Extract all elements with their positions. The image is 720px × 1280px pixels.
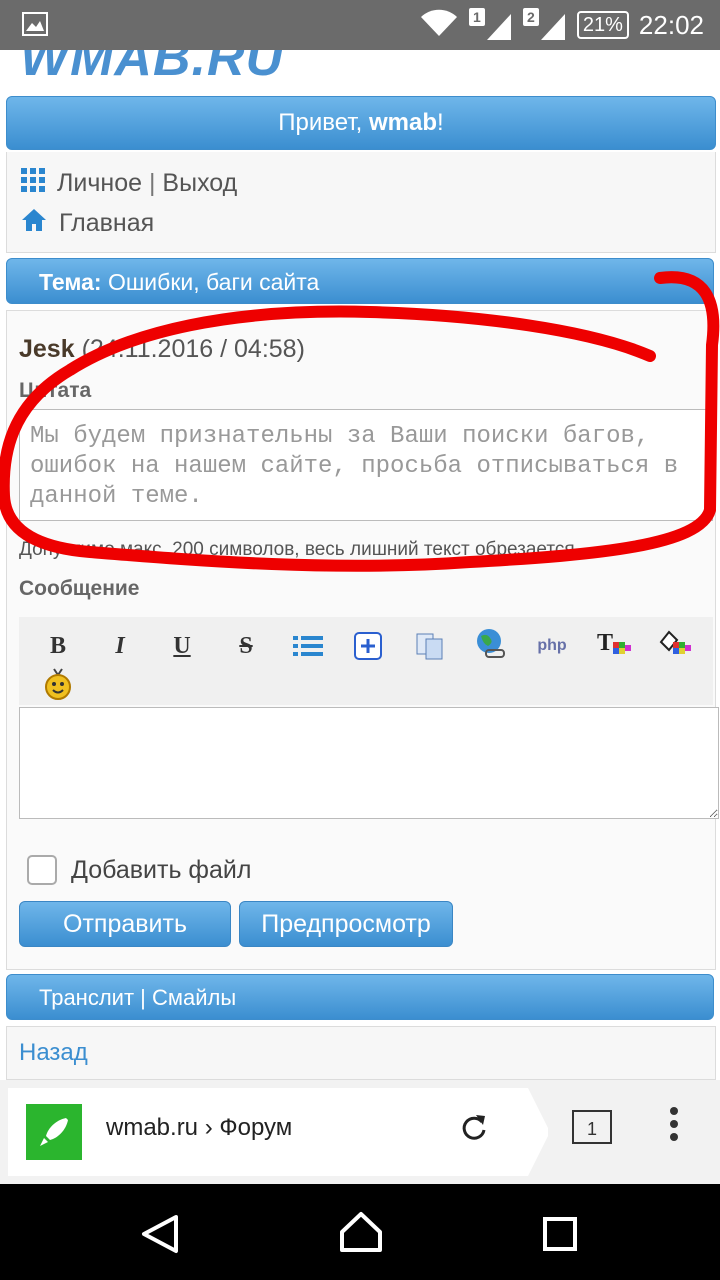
back-row: Назад: [6, 1026, 716, 1080]
home-icon: [21, 208, 47, 239]
attach-file-label[interactable]: Добавить файл: [71, 856, 251, 885]
battery-indicator: 21%: [576, 11, 629, 39]
topic-bar: Тема: Ошибки, баги сайта: [6, 258, 714, 304]
background-color-icon[interactable]: [657, 627, 691, 661]
post-header: Jesk (24.11.2016 / 04:58): [19, 335, 305, 364]
quote-hint: Допустимо макс. 200 символов, весь лишни…: [19, 539, 580, 560]
browser-toolbar: wmab.ru › Форум 1: [0, 1080, 720, 1184]
quote-label: Цитата: [19, 379, 92, 402]
footer-separator: |: [140, 985, 146, 1010]
clock: 22:02: [638, 9, 704, 40]
nav-separator: |: [148, 169, 156, 197]
back-triangle-icon[interactable]: [138, 1214, 182, 1254]
sim1-signal-icon: 1: [468, 8, 513, 42]
username: wmab: [369, 109, 438, 136]
message-textarea[interactable]: [19, 707, 719, 819]
quote-textarea[interactable]: Мы будем признательны за Ваши поиски баг…: [19, 409, 713, 521]
list-icon[interactable]: [291, 629, 325, 663]
link-globe-icon[interactable]: [473, 627, 507, 661]
post-author[interactable]: Jesk: [19, 335, 75, 363]
message-label: Сообщение: [19, 577, 140, 600]
back-link[interactable]: Назад: [19, 1039, 88, 1067]
svg-text:T: T: [597, 630, 613, 656]
attach-file-row[interactable]: Добавить файл: [27, 855, 251, 885]
topic-title: Ошибки, баги сайта: [107, 269, 320, 295]
spoiler-icon[interactable]: [351, 629, 385, 663]
status-bar: 1 2 21% 22:02: [0, 0, 720, 50]
text-color-icon[interactable]: T: [597, 627, 631, 661]
site-favicon-icon: [26, 1104, 82, 1160]
home-nav-icon[interactable]: [338, 1210, 384, 1254]
copy-icon[interactable]: [413, 629, 447, 663]
nav-row-home[interactable]: Главная: [21, 208, 154, 239]
grid-icon: [21, 168, 45, 199]
reply-form: Jesk (24.11.2016 / 04:58) Цитата Мы буде…: [6, 310, 719, 970]
post-date: (24.11.2016 / 04:58): [81, 335, 305, 363]
preview-button[interactable]: Предпросмотр: [239, 901, 453, 947]
greeting-prefix: Привет,: [278, 109, 369, 136]
image-notification-icon: [22, 12, 48, 41]
web-page: WMAB.RU Привет, wmab! Личное | Выход Гла…: [0, 50, 720, 1080]
system-nav-bar: [0, 1184, 720, 1280]
italic-icon[interactable]: I: [103, 629, 137, 663]
nav-row-personal: Личное | Выход: [21, 168, 237, 199]
greeting-suffix: !: [437, 109, 444, 136]
user-nav: Личное | Выход Главная: [6, 152, 716, 253]
overflow-menu-icon[interactable]: [668, 1106, 680, 1142]
greeting-bar: Привет, wmab!: [6, 96, 716, 150]
personal-link[interactable]: Личное: [57, 169, 142, 197]
home-link[interactable]: Главная: [59, 209, 154, 238]
site-logo[interactable]: WMAB.RU: [20, 50, 284, 88]
underline-icon[interactable]: U: [165, 629, 199, 663]
tabs-button[interactable]: 1: [572, 1110, 612, 1144]
send-button[interactable]: Отправить: [19, 901, 231, 947]
recent-apps-icon[interactable]: [542, 1216, 578, 1252]
smiley-icon[interactable]: [41, 667, 75, 701]
smileys-link[interactable]: Смайлы: [152, 985, 236, 1010]
attach-file-checkbox[interactable]: [27, 855, 57, 885]
sim2-signal-icon: 2: [522, 8, 567, 42]
footer-bar: Транслит | Смайлы: [6, 974, 714, 1020]
url-text[interactable]: wmab.ru › Форум: [106, 1114, 292, 1142]
strikethrough-icon[interactable]: S: [229, 629, 263, 663]
php-code-icon[interactable]: php: [535, 629, 569, 663]
translit-link[interactable]: Транслит: [39, 985, 134, 1010]
bold-icon[interactable]: B: [41, 629, 75, 663]
format-toolbar: B I U S php T: [19, 617, 713, 705]
topic-label: Тема:: [39, 269, 102, 295]
wifi-icon: [419, 8, 459, 43]
reload-icon[interactable]: [460, 1112, 488, 1150]
logout-link[interactable]: Выход: [162, 169, 237, 197]
address-bar[interactable]: wmab.ru › Форум: [8, 1088, 548, 1176]
